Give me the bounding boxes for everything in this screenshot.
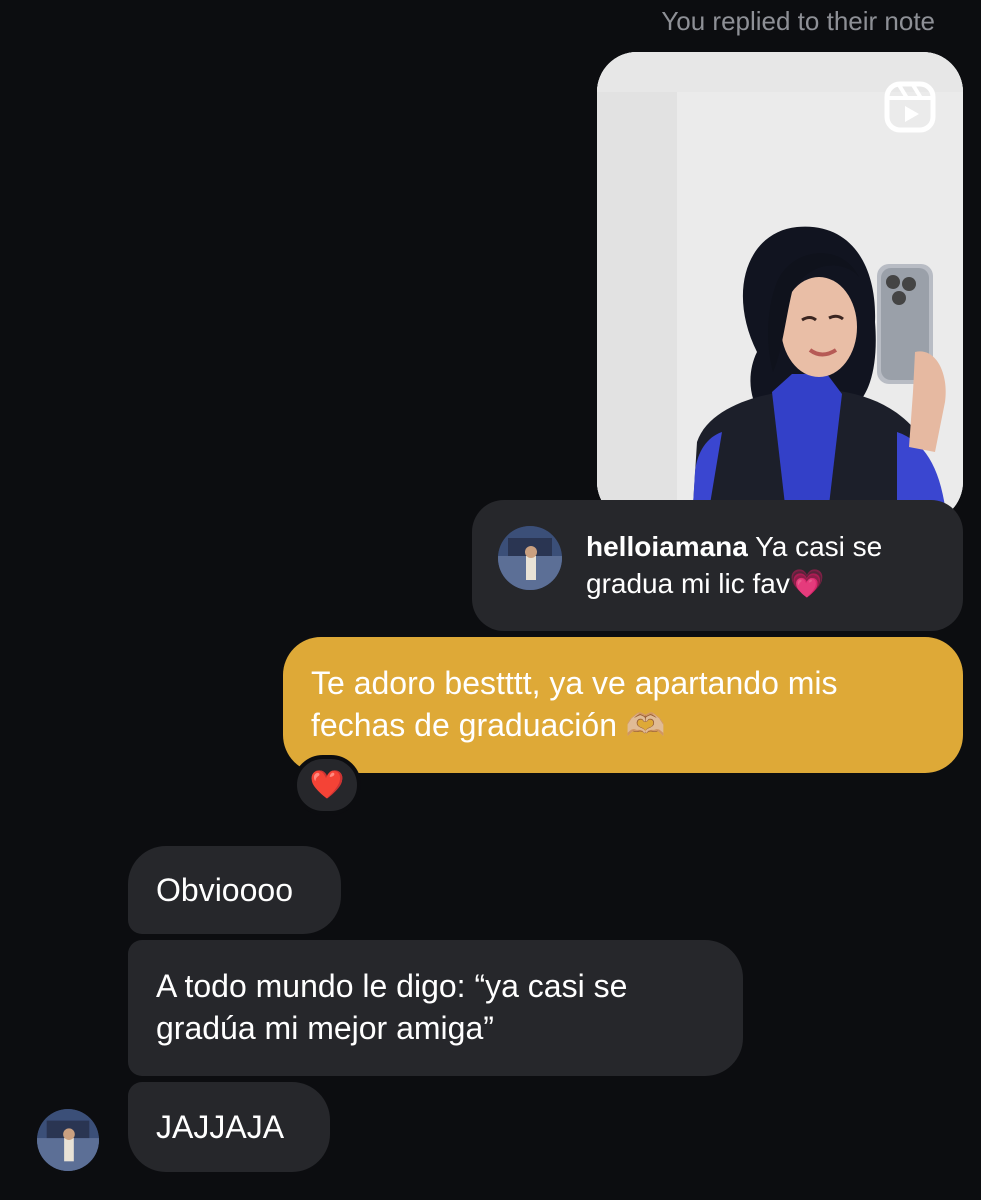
avatar[interactable] (498, 526, 562, 590)
replied-note-bubble[interactable]: helloiamana Ya casi se gradua mi lic fav… (472, 500, 963, 631)
reel-preview-card[interactable] (597, 52, 963, 522)
received-message-bubble[interactable]: Obvioooo (128, 846, 341, 934)
received-message-bubble[interactable]: JAJJAJA (128, 1082, 330, 1172)
note-username: helloiamana (586, 531, 748, 562)
sender-avatar[interactable] (37, 1109, 99, 1171)
received-message-bubble[interactable]: A todo mundo le digo: “ya casi se gradúa… (128, 940, 743, 1076)
note-text: helloiamana Ya casi se gradua mi lic fav… (586, 528, 936, 602)
heart-reaction[interactable]: ❤️ (293, 755, 361, 815)
replied-to-note-label: You replied to their note (661, 6, 935, 36)
sent-message-bubble[interactable]: Te adoro bestttt, ya ve apartando mis fe… (283, 637, 963, 773)
reels-icon (884, 81, 936, 133)
